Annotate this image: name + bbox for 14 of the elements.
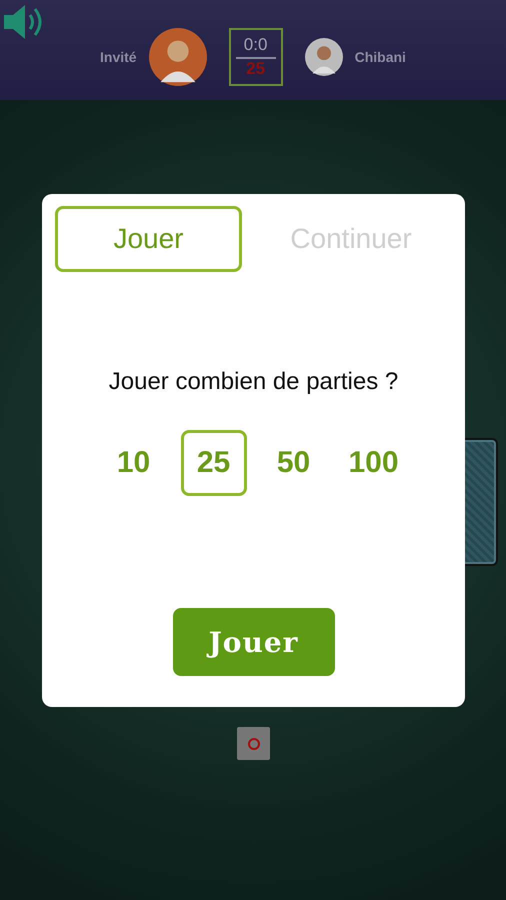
player-name: Invité (100, 49, 137, 65)
play-button[interactable]: Jouer (172, 608, 334, 676)
avatar-icon (304, 38, 343, 76)
target-score: 25 (246, 59, 266, 79)
question-text: Jouer combien de parties ? (108, 368, 398, 396)
score-text: 0:0 (244, 35, 268, 56)
count-option[interactable]: 10 (100, 430, 166, 496)
player-name: Chibani (354, 49, 406, 65)
ring-icon (246, 736, 260, 750)
tab[interactable]: Jouer (55, 206, 242, 272)
count-option[interactable]: 25 (180, 430, 246, 496)
avatar-icon (148, 28, 207, 86)
count-option[interactable]: 100 (340, 430, 406, 496)
count-option[interactable]: 50 (260, 430, 326, 496)
